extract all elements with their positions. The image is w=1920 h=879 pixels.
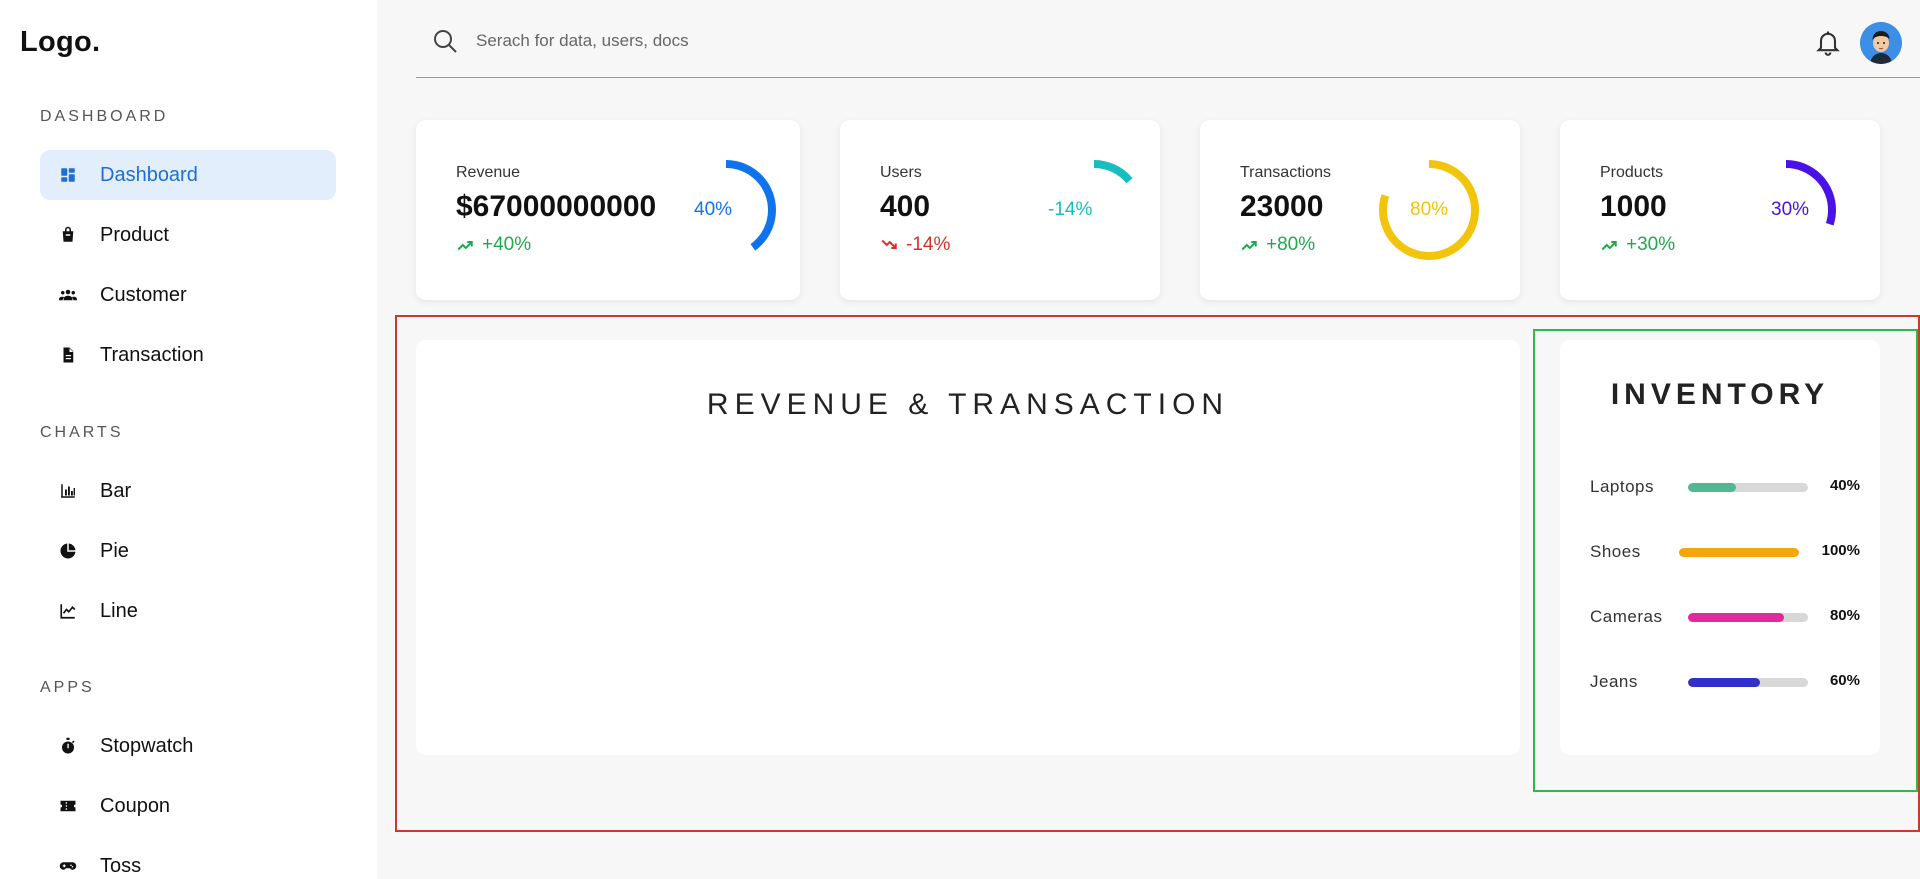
widget-percent-label: 80% [1410,199,1449,220]
sidebar-item-label: Stopwatch [100,734,194,757]
trending-down-icon [881,239,897,249]
widget-trend-label: +40% [482,234,532,255]
widget-percent-label: 30% [1771,199,1810,220]
trending-up-icon [1241,241,1257,251]
sidebar-item-label: Toss [100,854,142,877]
sidebar-item-label: Bar [100,479,132,502]
sidebar-item-stopwatch[interactable]: Stopwatch [40,721,336,771]
section-title-charts: CHARTS [40,424,124,441]
people-icon [58,285,78,305]
avatar[interactable] [1860,22,1902,64]
widget-percent-label: 40% [694,199,733,220]
sidebar-item-label: Dashboard [100,163,198,186]
sidebar-item-toss[interactable]: Toss [40,841,336,879]
sidebar-item-label: Coupon [100,794,171,817]
sidebar: Logo. DASHBOARD Dashboard Product Custom… [0,0,377,879]
logo[interactable]: Logo. [20,26,100,59]
widget-transactions: Transactions 23000 +80% 80% [1200,120,1520,300]
chart-title: REVENUE & TRANSACTION [706,388,1230,421]
sidebar-item-label: Pie [100,539,129,562]
gamepad-icon [58,856,78,876]
sidebar-item-coupon[interactable]: Coupon [40,781,336,831]
widget-trend-label: +80% [1266,234,1316,255]
trending-up-icon [1601,241,1617,251]
shopping-bag-icon [58,225,78,245]
widget-label: Products [1600,164,1664,181]
stopwatch-icon [58,736,78,756]
widget-trend-label: -14% [906,234,951,255]
search-icon[interactable] [432,28,458,54]
sidebar-item-dashboard[interactable]: Dashboard [40,150,336,200]
sidebar-item-label: Transaction [100,343,204,366]
widget-products: Products 1000 +30% 30% [1560,120,1880,300]
sidebar-item-product[interactable]: Product [40,210,336,260]
trending-up-icon [457,241,473,251]
pie-chart-icon [58,541,78,561]
widget-trend-label: +30% [1626,234,1676,255]
revenue-transaction-chart: REVENUE & TRANSACTION [416,340,1520,755]
section-title-apps: APPS [40,679,95,696]
widget-value: 400 [880,190,931,223]
bar-chart-icon [58,481,78,501]
sidebar-item-line[interactable]: Line [40,586,336,636]
widget-value: $67000000000 [456,190,657,223]
widget-label: Transactions [1240,164,1331,181]
sidebar-item-transaction[interactable]: Transaction [40,330,336,380]
widget-trend: -14% [880,234,950,256]
widget-label: Revenue [456,164,521,181]
document-icon [58,345,78,365]
highlight-outline-green [1533,329,1918,792]
sidebar-item-bar[interactable]: Bar [40,466,336,516]
widget-trend: +30% [1600,234,1675,256]
sidebar-item-label: Customer [100,283,187,306]
widget-trend: +40% [456,234,531,256]
notification-bell-icon[interactable] [1814,28,1842,56]
widget-value: 23000 [1240,190,1324,223]
widget-trend: +80% [1240,234,1315,256]
sidebar-item-label: Line [100,599,138,622]
sidebar-item-label: Product [100,223,169,246]
search-input[interactable] [476,26,1376,56]
widget-label: Users [880,164,922,181]
line-chart-icon [58,601,78,621]
widget-value: 1000 [1600,190,1667,223]
search-bar [416,22,1920,78]
sidebar-item-customer[interactable]: Customer [40,270,336,320]
top-bar [416,0,1920,80]
sidebar-item-pie[interactable]: Pie [40,526,336,576]
widget-users: Users 400 -14% -14% [840,120,1160,300]
coupon-icon [58,796,78,816]
widget-revenue: Revenue $67000000000 +40% 40% [416,120,800,300]
section-title-dashboard: DASHBOARD [40,108,169,125]
widget-percent-label: -14% [1048,199,1093,220]
dashboard-icon [58,165,78,185]
